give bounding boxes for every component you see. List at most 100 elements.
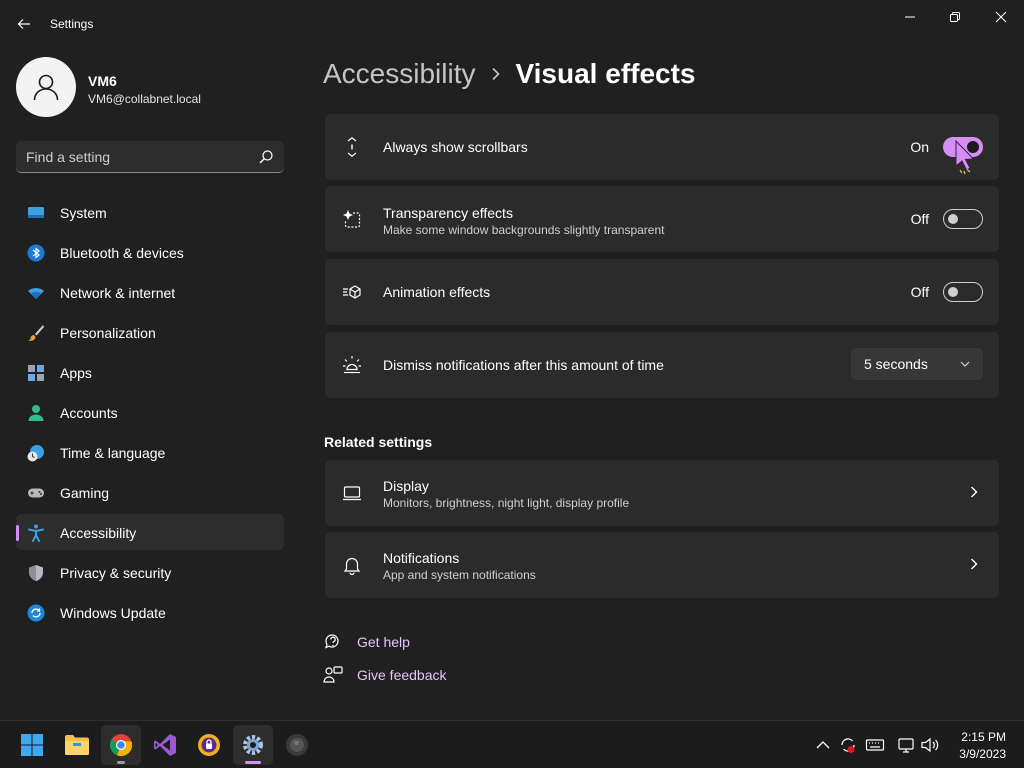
folder-icon: [65, 735, 89, 755]
selection-indicator: [16, 525, 19, 541]
back-button[interactable]: [10, 10, 38, 38]
transparency-toggle[interactable]: [943, 209, 983, 229]
app-title: Settings: [50, 17, 94, 31]
sidebar-item-accounts[interactable]: Accounts: [16, 394, 284, 430]
sidebar-item-label: Accessibility: [60, 525, 137, 541]
sidebar-item-label: Personalization: [60, 325, 156, 341]
feedback-icon: [323, 666, 343, 683]
setting-title: Dismiss notifications after this amount …: [383, 357, 664, 373]
close-icon: [995, 11, 1007, 23]
transparency-icon: [343, 210, 361, 228]
taskbar-vpn-app[interactable]: [189, 725, 229, 765]
close-button[interactable]: [986, 6, 1016, 28]
chrome-icon: [109, 734, 133, 757]
toggle-knob: [948, 214, 958, 224]
clock-time: 2:15 PM: [961, 730, 1006, 744]
sidebar-item-time-language[interactable]: Time & language: [16, 434, 284, 470]
setting-title: Animation effects: [383, 284, 491, 300]
start-button[interactable]: [12, 725, 52, 765]
sidebar-item-windows-update[interactable]: Windows Update: [16, 594, 284, 630]
breadcrumb-parent[interactable]: Accessibility: [323, 58, 475, 90]
user-name: VM6: [88, 73, 117, 89]
toggle-state-label: On: [910, 139, 929, 155]
system-icon: [28, 207, 44, 218]
get-help-label: Get help: [357, 634, 410, 650]
sun-timer-icon: [343, 356, 361, 374]
visual-studio-icon: [154, 734, 176, 756]
sidebar-item-system[interactable]: System: [16, 194, 284, 230]
user-icon: [33, 74, 59, 101]
dismiss-time-dropdown[interactable]: 5 seconds: [851, 348, 983, 380]
bell-icon: [343, 557, 361, 575]
brush-icon: [28, 325, 44, 341]
sidebar-item-label: System: [60, 205, 107, 221]
related-description: App and system notifications: [383, 568, 536, 582]
breadcrumb-separator-icon: [491, 67, 501, 81]
help-icon: [325, 634, 339, 649]
update-icon: [27, 604, 45, 622]
sync-alert-icon[interactable]: [838, 735, 858, 755]
setting-description: Make some window backgrounds slightly tr…: [383, 223, 665, 237]
sidebar-item-apps[interactable]: Apps: [16, 354, 284, 390]
sidebar-item-gaming[interactable]: Gaming: [16, 474, 284, 510]
title-bar: Settings: [0, 0, 1024, 48]
minimize-icon: [905, 16, 915, 18]
dropdown-value: 5 seconds: [864, 356, 928, 372]
setting-card-animation: Animation effects Off: [325, 259, 999, 325]
page-title: Visual effects: [515, 58, 696, 89]
sidebar-nav: System Bluetooth & devices Network & int…: [16, 194, 284, 634]
taskbar-settings[interactable]: [233, 725, 273, 765]
taskbar-visual-studio[interactable]: [145, 725, 185, 765]
sidebar-item-label: Time & language: [60, 445, 166, 461]
search-input[interactable]: [26, 141, 246, 172]
app-icon: [286, 734, 308, 756]
minimize-button[interactable]: [895, 6, 925, 28]
get-help-link[interactable]: Get help: [323, 632, 410, 652]
volume-icon[interactable]: [920, 735, 940, 755]
related-settings-heading: Related settings: [324, 434, 433, 450]
sidebar-item-label: Bluetooth & devices: [60, 245, 184, 261]
taskbar-app[interactable]: [277, 725, 317, 765]
clock-globe-icon: [27, 445, 44, 462]
sidebar-item-label: Privacy & security: [60, 565, 172, 581]
sidebar-item-privacy[interactable]: Privacy & security: [16, 554, 284, 590]
taskbar-chrome[interactable]: [101, 725, 141, 765]
search-icon[interactable]: [258, 149, 274, 165]
network-display-icon[interactable]: [897, 735, 917, 755]
setting-card-scrollbars: Always show scrollbars On: [325, 114, 999, 180]
avatar[interactable]: [16, 57, 76, 117]
related-item-display[interactable]: Display Monitors, brightness, night ligh…: [325, 460, 999, 526]
sidebar-item-personalization[interactable]: Personalization: [16, 314, 284, 350]
give-feedback-label: Give feedback: [357, 667, 447, 683]
wifi-icon: [28, 287, 44, 299]
show-hidden-icons-icon[interactable]: [813, 735, 833, 755]
related-item-notifications[interactable]: Notifications App and system notificatio…: [325, 532, 999, 598]
breadcrumb: Accessibility Visual effects: [323, 58, 696, 90]
sidebar-item-label: Gaming: [60, 485, 110, 501]
toggle-state-label: Off: [910, 284, 929, 300]
maximize-button[interactable]: [940, 6, 970, 28]
toggle-knob: [948, 287, 958, 297]
give-feedback-link[interactable]: Give feedback: [323, 665, 447, 685]
keyboard-icon[interactable]: [865, 735, 885, 755]
settings-gear-icon: [243, 735, 263, 755]
related-title: Display: [383, 478, 429, 494]
sidebar-item-label: Apps: [60, 365, 92, 381]
scrollbar-icon: [347, 137, 357, 157]
mouse-cursor-icon: [955, 140, 975, 175]
sidebar-item-label: Network & internet: [60, 285, 176, 301]
sidebar-item-network[interactable]: Network & internet: [16, 274, 284, 310]
apps-icon: [28, 365, 44, 381]
clock-date: 3/9/2023: [959, 747, 1006, 761]
sidebar-item-accessibility[interactable]: Accessibility: [16, 514, 284, 550]
setting-card-dismiss-notifications: Dismiss notifications after this amount …: [325, 332, 999, 398]
sidebar-item-label: Windows Update: [60, 605, 166, 621]
sidebar-item-bluetooth[interactable]: Bluetooth & devices: [16, 234, 284, 270]
back-arrow-icon: [17, 19, 30, 29]
windows-logo-icon: [21, 734, 43, 756]
restore-icon: [950, 12, 960, 22]
taskbar-clock[interactable]: 2:15 PM 3/9/2023: [959, 729, 1006, 763]
animation-toggle[interactable]: [943, 282, 983, 302]
related-title: Notifications: [383, 550, 460, 566]
taskbar-file-explorer[interactable]: [57, 725, 97, 765]
